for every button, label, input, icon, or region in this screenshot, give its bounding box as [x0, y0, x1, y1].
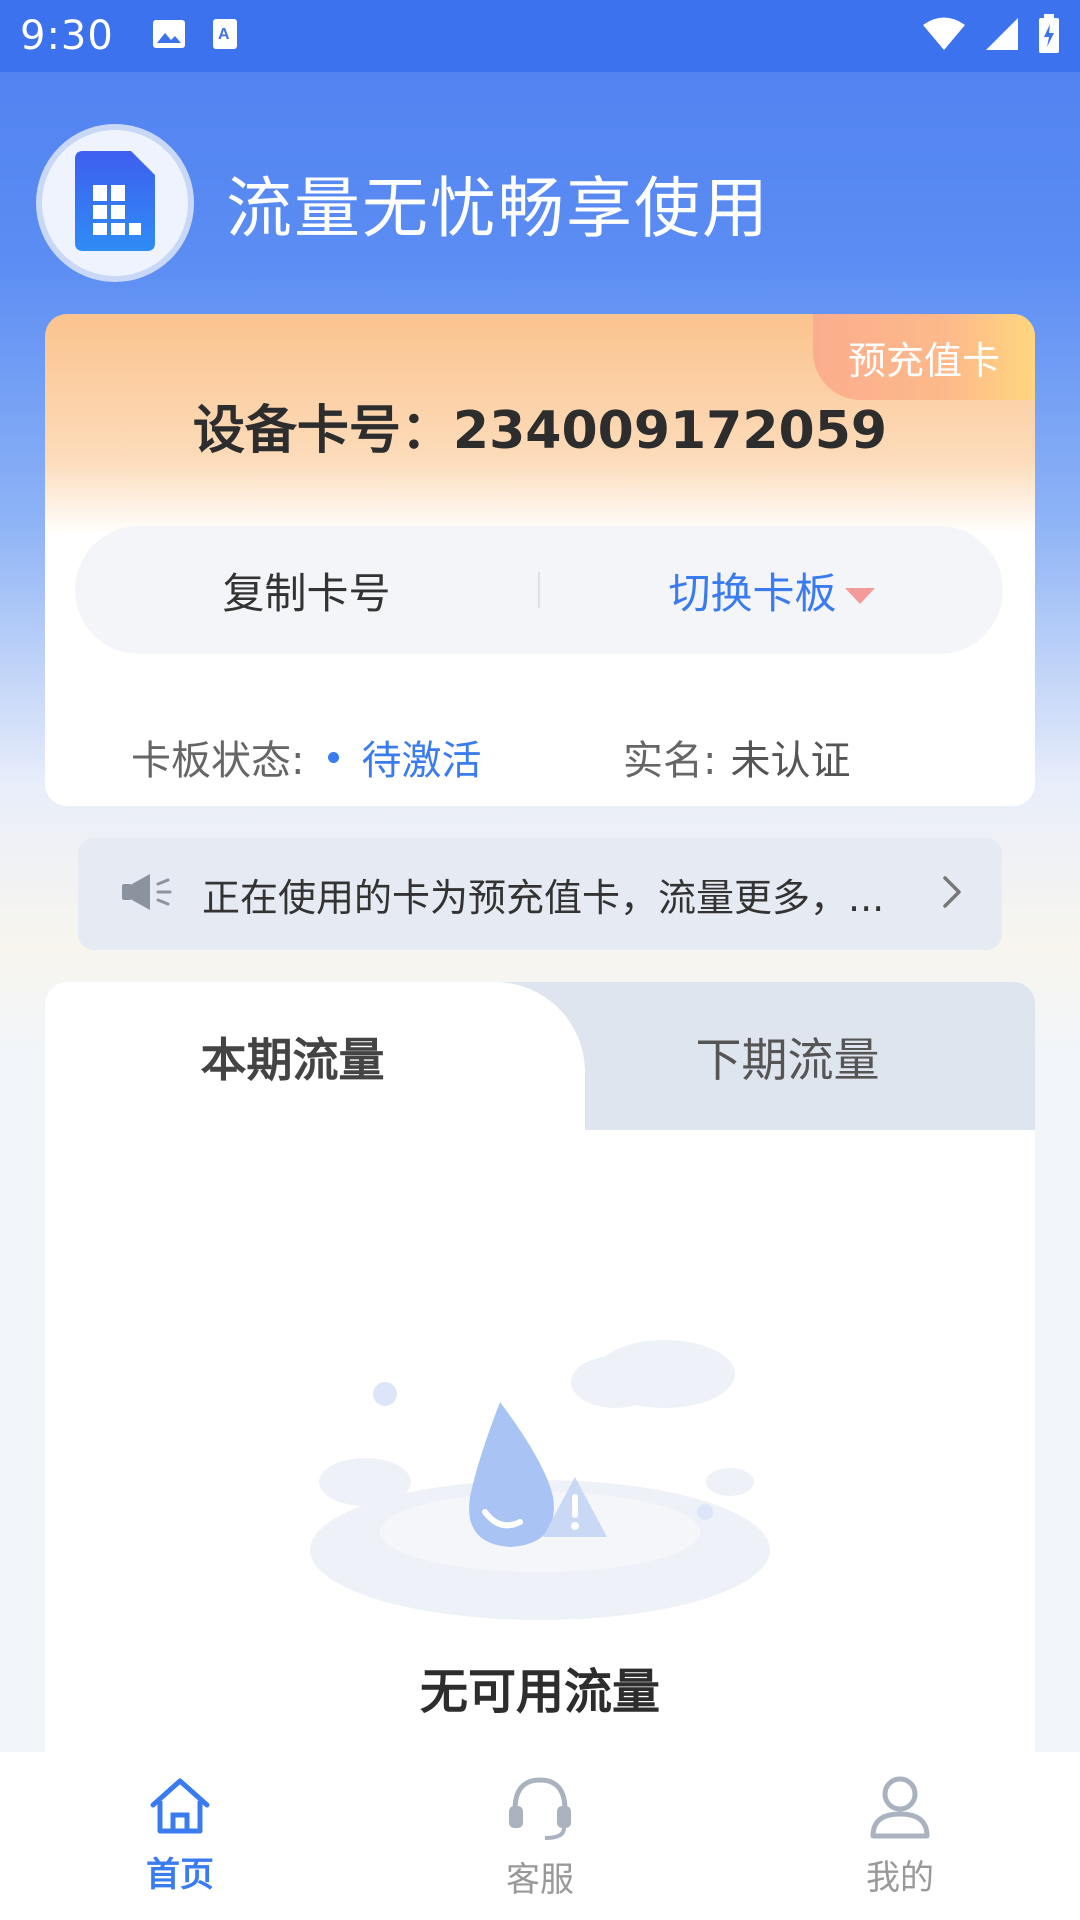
usage-panel: 本期流量 下期流量 无可用流量: [45, 982, 1035, 1752]
bottom-nav: 首页 客服 我的: [0, 1752, 1080, 1920]
copy-card-number-button[interactable]: 复制卡号: [75, 560, 538, 621]
switch-card-button[interactable]: 切换卡板: [540, 560, 1003, 621]
switch-card-label: 切换卡板: [668, 568, 837, 618]
tab-current-period[interactable]: 本期流量: [45, 1024, 540, 1090]
app-logo: [36, 124, 194, 282]
nav-mine[interactable]: 我的: [720, 1752, 1080, 1920]
notice-text: 正在使用的卡为预充值卡，流量更多，...: [202, 875, 885, 920]
realname-status: 实名: 未认证: [543, 728, 1035, 786]
status-dot: [328, 751, 340, 763]
card-status: 卡板状态: 待激活: [45, 728, 543, 786]
nav-home-label: 首页: [146, 1854, 214, 1895]
device-card: 预充值卡 设备卡号：234009172059 复制卡号 切换卡板 卡板状态: 待…: [45, 314, 1035, 806]
battery-icon: [1038, 14, 1060, 58]
card-actions: 复制卡号 切换卡板: [75, 526, 1003, 654]
status-time: 9:30: [20, 13, 114, 59]
app-title: 流量无忧畅享使用: [226, 170, 770, 247]
nav-home[interactable]: 首页: [0, 1752, 360, 1920]
status-bar: 9:30 A: [0, 0, 1080, 72]
card-status-label: 卡板状态:: [131, 738, 305, 784]
nav-mine-label: 我的: [866, 1857, 934, 1898]
card-status-value: 待激活: [361, 738, 482, 784]
realname-value: 未认证: [730, 738, 851, 784]
card-number-value: 234009172059: [452, 401, 888, 461]
chevron-right-icon: [942, 875, 962, 913]
image-icon: [152, 19, 186, 53]
realname-label: 实名:: [623, 738, 717, 784]
notice-bar[interactable]: 正在使用的卡为预充值卡，流量更多，...: [78, 838, 1002, 950]
user-icon: [868, 1774, 932, 1844]
nav-service-label: 客服: [506, 1859, 574, 1900]
text-icon: A: [212, 18, 238, 54]
card-number-label: 设备卡号：: [192, 401, 453, 461]
device-card-number: 设备卡号：234009172059: [45, 388, 1035, 463]
speaker-icon: [122, 872, 174, 916]
app-header: 流量无忧畅享使用: [36, 124, 770, 282]
tab-next-period[interactable]: 下期流量: [540, 1024, 1035, 1090]
headset-icon: [505, 1772, 575, 1846]
svg-text:A: A: [218, 26, 230, 43]
card-status-row: 卡板状态: 待激活 实名: 未认证: [45, 728, 1035, 786]
nav-service[interactable]: 客服: [360, 1752, 720, 1920]
sim-card-icon: [75, 151, 155, 255]
empty-data-illustration: [305, 1282, 775, 1626]
home-icon: [147, 1777, 213, 1841]
copy-card-number-label: 复制卡号: [222, 568, 391, 618]
dropdown-triangle-icon: [844, 588, 875, 604]
signal-icon: [984, 16, 1020, 56]
wifi-icon: [922, 16, 966, 56]
empty-data-text: 无可用流量: [419, 1664, 660, 1720]
